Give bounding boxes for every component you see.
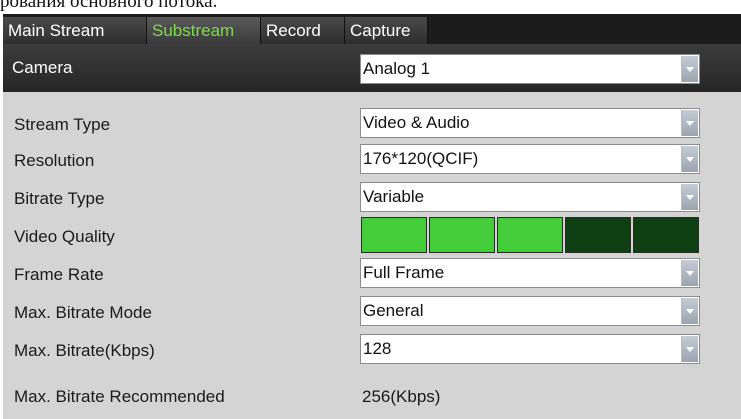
resolution-value: 176*120(QCIF) <box>363 149 479 168</box>
frame-rate-label: Frame Rate <box>14 265 104 284</box>
bitrate-type-select[interactable]: Variable <box>360 182 700 212</box>
substream-settings-panel: Main Stream Substream Record Capture Cam… <box>3 14 741 419</box>
tab-record[interactable]: Record <box>261 17 345 44</box>
chevron-down-icon[interactable] <box>681 184 698 210</box>
chevron-down-icon[interactable] <box>681 260 698 286</box>
quality-segment[interactable] <box>361 217 427 253</box>
video-quality-label: Video Quality <box>14 227 115 246</box>
max-bitrate-mode-label: Max. Bitrate Mode <box>14 303 152 322</box>
stream-type-value: Video & Audio <box>363 113 470 132</box>
quality-segment[interactable] <box>429 217 495 253</box>
camera-select[interactable]: Analog 1 <box>360 54 700 84</box>
max-bitrate-value: 128 <box>363 339 392 358</box>
resolution-label: Resolution <box>14 151 95 170</box>
tab-main-stream[interactable]: Main Stream <box>3 17 147 44</box>
chevron-down-icon[interactable] <box>681 298 698 324</box>
max-bitrate-mode-select[interactable]: General <box>360 296 700 326</box>
tab-bar: Main Stream Substream Record Capture <box>3 14 741 44</box>
max-bitrate-mode-value: General <box>363 301 424 320</box>
frame-rate-value: Full Frame <box>363 263 445 282</box>
camera-row: Camera Analog 1 <box>3 44 741 92</box>
max-bitrate-select[interactable]: 128 <box>360 334 700 364</box>
camera-value: Analog 1 <box>363 59 431 78</box>
bitrate-type-label: Bitrate Type <box>14 189 105 208</box>
quality-segment[interactable] <box>565 217 631 253</box>
quality-segment[interactable] <box>633 217 699 253</box>
camera-label: Camera <box>12 58 73 77</box>
frame-rate-select[interactable]: Full Frame <box>360 258 700 288</box>
stream-type-label: Stream Type <box>14 115 111 134</box>
tab-substream[interactable]: Substream <box>147 17 261 44</box>
page-caption: рования основного потока. <box>0 0 218 12</box>
chevron-down-icon[interactable] <box>681 146 698 172</box>
stream-type-select[interactable]: Video & Audio <box>360 108 700 138</box>
resolution-select[interactable]: 176*120(QCIF) <box>360 144 700 174</box>
chevron-down-icon[interactable] <box>681 110 698 136</box>
max-bitrate-recommended-label: Max. Bitrate Recommended <box>14 387 225 406</box>
bitrate-type-value: Variable <box>363 187 425 206</box>
max-bitrate-recommended-value: 256(Kbps) <box>362 387 441 406</box>
max-bitrate-label: Max. Bitrate(Kbps) <box>14 341 155 360</box>
tab-capture[interactable]: Capture <box>345 17 428 44</box>
chevron-down-icon[interactable] <box>681 56 698 82</box>
chevron-down-icon[interactable] <box>681 336 698 362</box>
video-quality-meter[interactable] <box>361 217 699 253</box>
quality-segment[interactable] <box>497 217 563 253</box>
